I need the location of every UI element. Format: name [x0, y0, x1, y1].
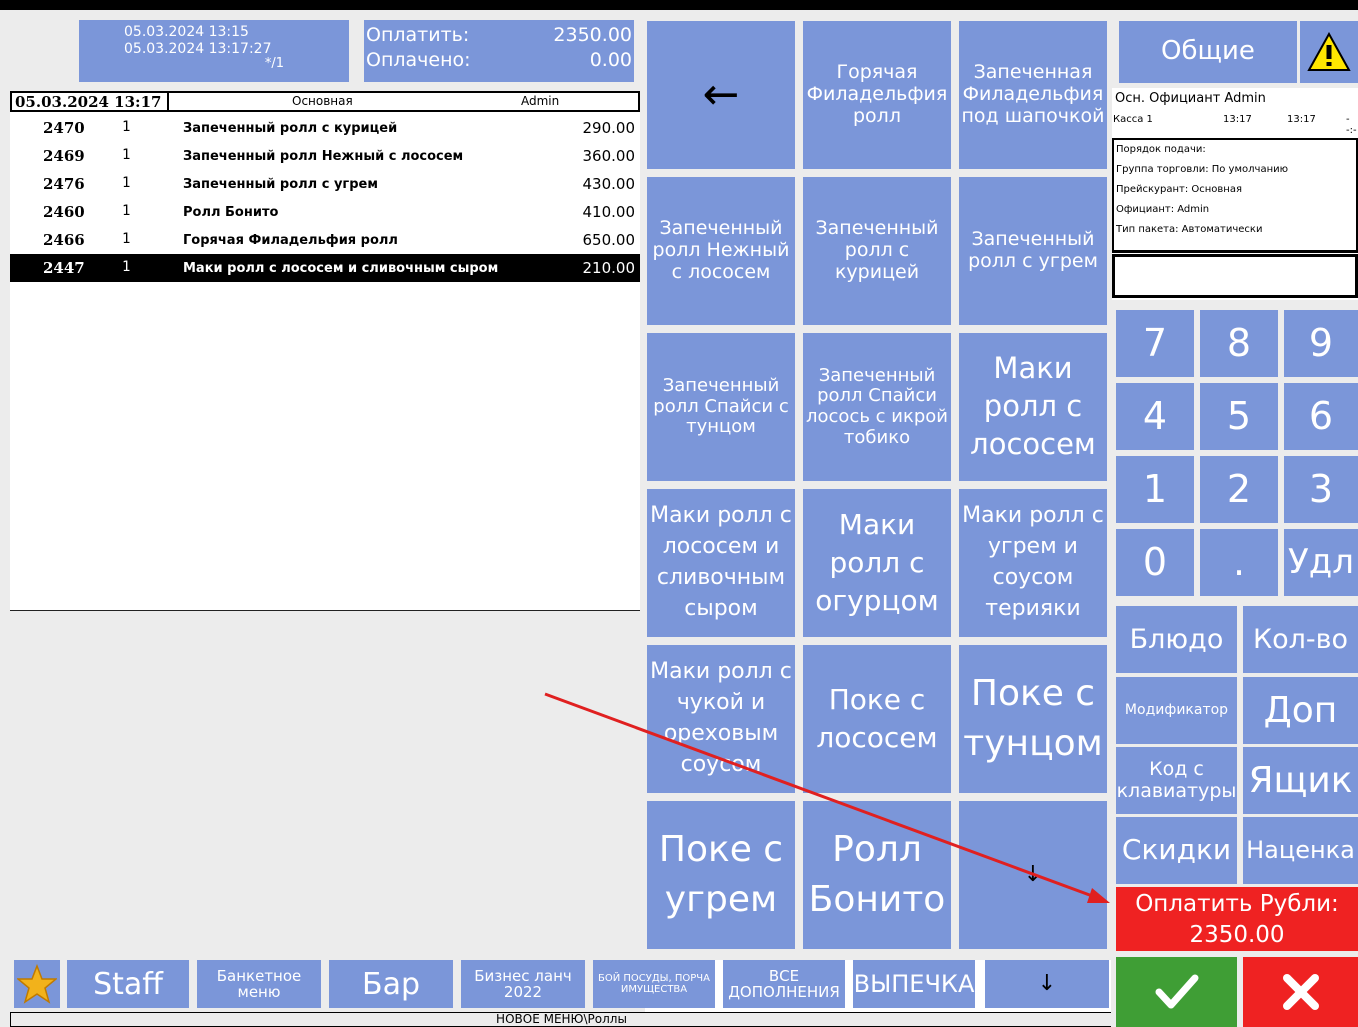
annotation-arrow — [544, 692, 1110, 903]
